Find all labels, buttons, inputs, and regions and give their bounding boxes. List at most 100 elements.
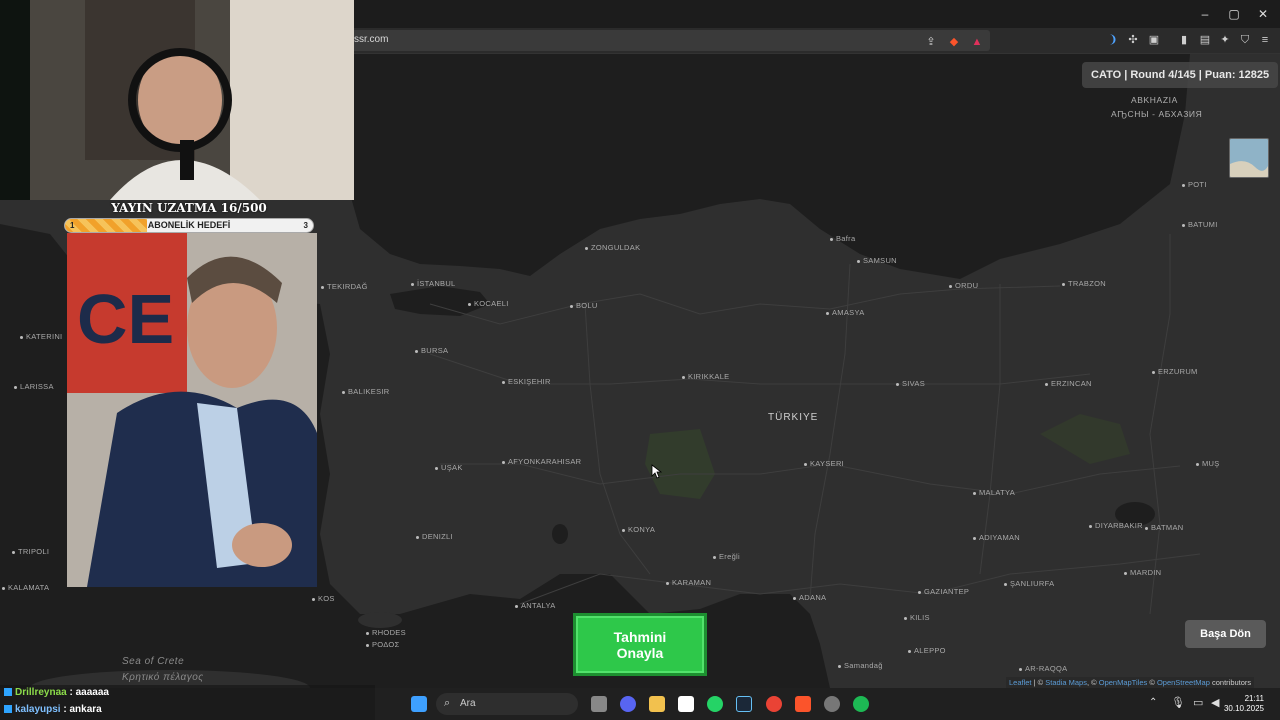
city-ordu: ORDU — [949, 281, 978, 290]
city-amasya: AMASYA — [826, 308, 865, 317]
badge-icon — [4, 688, 12, 697]
vpn-icon[interactable]: ⛉ — [1238, 33, 1252, 47]
rewards-icon[interactable]: ▲ — [970, 35, 984, 49]
city-rhodes: RHODES — [366, 628, 406, 637]
city-sanliurfa: ŞANLIURFA — [1004, 579, 1054, 588]
chat-message: kalayupsi : ankara — [4, 704, 102, 715]
leo-icon[interactable]: ✦ — [1218, 33, 1232, 47]
city-konya: KONYA — [622, 525, 655, 534]
city-denizli: DENIZLI — [416, 532, 453, 541]
steam-icon[interactable] — [736, 696, 752, 712]
city-batman: BATMAN — [1145, 523, 1184, 532]
city-katerini: KATERINI — [20, 332, 62, 341]
attr-tail: contributors — [1209, 678, 1252, 687]
leaflet-link[interactable]: Leaflet — [1009, 678, 1032, 687]
network-icon[interactable]: ▭ — [1193, 696, 1203, 709]
sidebar-icon[interactable]: ▮ — [1177, 33, 1191, 47]
beysehir-lake — [552, 524, 568, 544]
city-tripoli: TRIPOLI — [12, 547, 49, 556]
country-label: TÜRKIYE — [768, 412, 819, 423]
city-malatya: MALATYA — [973, 488, 1015, 497]
city-adana: ADANA — [793, 593, 826, 602]
city-kos: KOS — [312, 594, 335, 603]
rhodes-island — [358, 612, 402, 628]
chat-text: : ankara — [63, 704, 102, 715]
volume-icon[interactable]: ◀ — [1211, 696, 1219, 709]
cursor-icon — [651, 464, 662, 479]
city-afyon: AFYONKARAHISAR — [502, 457, 581, 466]
city-kilis: KILIS — [904, 613, 930, 622]
share-icon[interactable]: ⇪ — [924, 35, 938, 49]
screen: – ▢ ✕ ssr.com ⇪ ◆ ▲ ❩ ✣ ▣ ▮ ▤ ✦ ⛉ ≡ ZONG… — [0, 0, 1280, 720]
extensions-icon[interactable]: ✣ — [1126, 33, 1140, 47]
city-bursa: BURSA — [415, 346, 448, 355]
city-sivas: SIVAS — [896, 379, 925, 388]
minimize-button[interactable]: – — [1190, 5, 1220, 23]
city-balikesir: BALIKESIR — [342, 387, 389, 396]
green-area — [1040, 414, 1130, 464]
file-explorer-icon[interactable] — [649, 696, 665, 712]
maximize-button[interactable]: ▢ — [1219, 5, 1249, 23]
attr-sep: © — [1147, 678, 1157, 687]
close-button[interactable]: ✕ — [1248, 5, 1278, 23]
city-gaziantep: GAZIANTEP — [918, 587, 969, 596]
search-icon: ⌕ — [444, 697, 451, 709]
windows-taskbar: ⌕ Ara ⌃ 🎙 ▭ ◀ 21:11 30.10.2025 — [375, 688, 1280, 720]
whatsapp-icon[interactable] — [707, 696, 723, 712]
url-text: ssr.com — [354, 34, 389, 45]
confirm-label-2: Onayla — [616, 645, 664, 661]
microphone-icon[interactable]: 🎙 — [1171, 696, 1185, 709]
task-view-icon[interactable] — [591, 696, 607, 712]
city-tekirdag: TEKIRDAĞ — [321, 282, 368, 291]
menu-icon[interactable]: ≡ — [1258, 33, 1272, 47]
city-larissa: LARISSA — [14, 382, 54, 391]
city-ar-raqqa: AR-RAQQA — [1019, 664, 1067, 673]
chevron-up-icon[interactable]: ⌃ — [1149, 697, 1157, 708]
city-rodos: ΡΟΔΟΣ — [366, 640, 400, 649]
tab-icon[interactable]: ▣ — [1147, 33, 1161, 47]
city-erzurum: ERZURUM — [1152, 367, 1198, 376]
confirm-label-1: Tahmini — [613, 629, 667, 645]
audio-icon[interactable]: ❩ — [1106, 33, 1120, 47]
city-mardin: MARDIN — [1124, 568, 1161, 577]
windows-start-icon[interactable] — [411, 696, 427, 712]
map-attribution: Leaflet | © Stadia Maps, © OpenMapTiles … — [1006, 677, 1255, 688]
discord-icon[interactable] — [620, 696, 636, 712]
webcam-feed — [0, 0, 354, 200]
address-bar[interactable]: ssr.com ⇪ ◆ ▲ — [330, 30, 990, 51]
city-istanbul: İSTANBUL — [411, 279, 456, 288]
brave-shield-icon[interactable]: ◆ — [947, 35, 961, 49]
confirm-guess-button[interactable]: Tahmini Onayla — [573, 613, 707, 676]
openmaptiles-link[interactable]: OpenMapTiles — [1099, 678, 1148, 687]
brave-icon[interactable] — [795, 696, 811, 712]
city-diyarbakir: DIYARBAKIR — [1089, 521, 1143, 530]
city-batumi: BATUMI — [1182, 220, 1218, 229]
app-icon[interactable] — [824, 696, 840, 712]
city-kalamata: KALAMATA — [2, 583, 49, 592]
stadia-link[interactable]: Stadia Maps — [1045, 678, 1087, 687]
city-trabzon: TRABZON — [1062, 279, 1106, 288]
portrait-image: CE — [67, 233, 317, 587]
system-clock[interactable]: 21:11 30.10.2025 — [1224, 694, 1264, 714]
taskbar-search[interactable]: ⌕ Ara — [436, 693, 578, 715]
osm-link[interactable]: OpenStreetMap — [1157, 678, 1210, 687]
clock-time: 21:11 — [1244, 694, 1264, 703]
region-abkhazia: ABKHAZIA — [1131, 95, 1178, 105]
city-adiyaman: ADIYAMAN — [973, 533, 1020, 542]
chat-username: Drillreynaa — [15, 687, 67, 698]
sea-label: Sea of Crete — [122, 656, 185, 667]
city-kirikkale: KIRIKKALE — [682, 372, 729, 381]
store-icon[interactable] — [678, 696, 694, 712]
wallet-icon[interactable]: ▤ — [1198, 33, 1212, 47]
city-usak: UŞAK — [435, 463, 463, 472]
badge-icon — [4, 705, 12, 714]
clock-date: 30.10.2025 — [1223, 704, 1264, 713]
city-eskisehir: ESKIŞEHIR — [502, 377, 551, 386]
city-samsun: SAMSUN — [857, 256, 897, 265]
stream-extend-counter: YAYIN UZATMA 16/500 — [111, 201, 267, 215]
sea-label-greek: Κρητικό πέλαγος — [122, 672, 204, 683]
back-to-start-button[interactable]: Başa Dön — [1185, 620, 1266, 648]
chrome-icon[interactable] — [766, 696, 782, 712]
spotify-icon[interactable] — [853, 696, 869, 712]
layer-toggle[interactable] — [1229, 138, 1269, 178]
